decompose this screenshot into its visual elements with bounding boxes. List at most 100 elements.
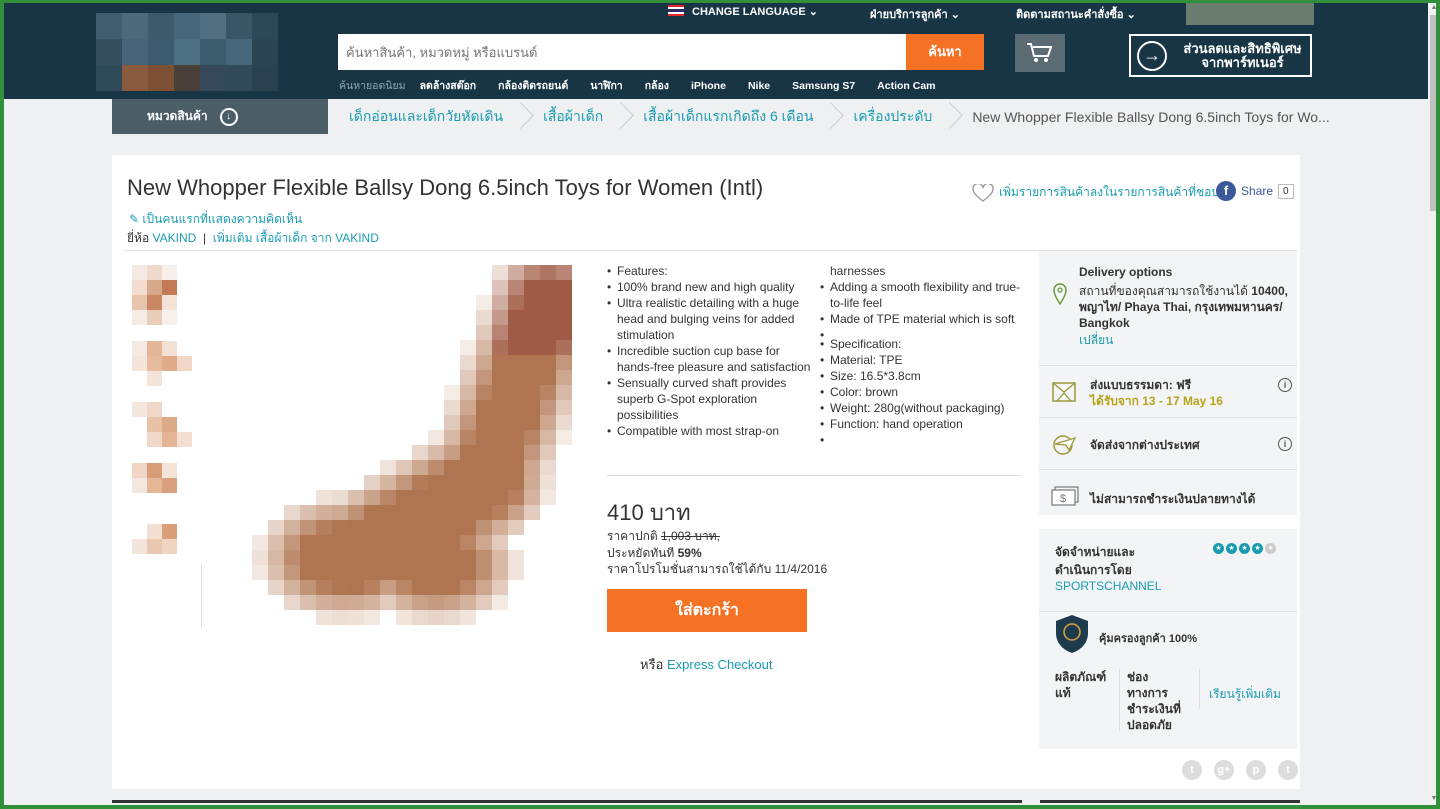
seller-rating: ★ ★ ★ ★ ★ <box>1213 543 1276 554</box>
shield-icon <box>1056 615 1088 653</box>
current-price: 410 บาท <box>607 500 691 525</box>
location-pin-icon <box>1053 283 1067 305</box>
scroll-down-icon[interactable]: ▼ <box>1430 795 1436 805</box>
cod-row: $ ไม่สามารถชำระเงินปลายทางได้ <box>1039 469 1297 515</box>
popular-link[interactable]: Samsung S7 <box>792 80 855 92</box>
product-thumbnail[interactable] <box>132 326 192 386</box>
divider <box>607 475 1021 476</box>
features-column-right: harnesses Adding a smooth flexibility an… <box>820 263 1024 448</box>
popular-searches: ค้นหายอดนิยม ลดล้างสต๊อก กล้องติดรถยนต์ นาฬ… <box>339 80 936 92</box>
delivery-box-icon <box>1052 382 1076 402</box>
twitter-icon[interactable]: t <box>1182 760 1202 780</box>
overseas-shipping-row: จัดส่งจากต่างประเทศ i <box>1039 417 1297 469</box>
info-icon[interactable]: i <box>1278 437 1292 451</box>
categories-menu[interactable]: หมวดสินค้า ↓ <box>112 99 328 134</box>
add-to-cart-button[interactable]: ใส่ตะกร้า <box>607 589 807 632</box>
breadcrumb-separator <box>827 99 839 134</box>
partner-offers-button[interactable]: → ส่วนลดและสิทธิพิเศษ จากพาร์ทเนอร์ <box>1129 34 1312 77</box>
chevron-down-icon: ⌄ <box>1126 9 1136 21</box>
more-from-brand-link[interactable]: เพิ่มเติม เสื้อผ้าเด็ก จาก VAKIND <box>213 231 379 245</box>
divider <box>1040 800 1300 803</box>
scrollbar-thumb[interactable] <box>1430 15 1436 211</box>
scroll-up-icon[interactable]: ▲ <box>1430 4 1436 14</box>
pencil-icon: ✎ <box>129 212 140 226</box>
promo-validity: ราคาโปรโมชั่นสามารถใช้ได้กับ 11/4/2016 <box>607 562 828 576</box>
cash-icon: $ <box>1051 486 1079 506</box>
vertical-scrollbar[interactable]: ▲ ▼ <box>1428 3 1436 805</box>
product-thumbnail[interactable] <box>132 448 192 508</box>
popular-link[interactable]: กล้อง <box>645 80 669 92</box>
product-thumbnail[interactable] <box>132 265 192 325</box>
facebook-share-button[interactable]: f Share 0 <box>1216 181 1294 201</box>
browser-frame: CHANGE LANGUAGE ⌄ ฝ่ายบริการลูกค้า ⌄ ติด… <box>0 0 1440 809</box>
top-right-banner <box>1186 3 1314 25</box>
breadcrumb: เด็กอ่อนและเด็กวัยหัดเดิน เสื้อผ้าเด็ก เ… <box>349 99 1330 134</box>
seller-info: จัดจำหน่ายและดำเนินการโดย SPORTSCHANNEL … <box>1039 529 1297 749</box>
popular-link[interactable]: ลดล้างสต๊อก <box>420 80 477 92</box>
product-thumbnail[interactable] <box>132 509 192 569</box>
social-share: t g+ p t <box>1182 760 1298 780</box>
seller-name-link[interactable]: SPORTSCHANNEL <box>1055 579 1161 593</box>
change-location-link[interactable]: เปลี่ยน <box>1079 331 1113 350</box>
change-language[interactable]: CHANGE LANGUAGE ⌄ <box>668 5 818 18</box>
svg-text:$: $ <box>1060 493 1066 505</box>
breadcrumb-link[interactable]: เครื่องประดับ <box>853 106 932 128</box>
divider <box>201 565 202 627</box>
express-checkout-link[interactable]: Express Checkout <box>667 657 773 672</box>
divider <box>1039 611 1297 612</box>
info-icon[interactable]: i <box>1278 378 1292 392</box>
divider <box>112 800 1022 803</box>
breadcrumb-separator <box>617 99 629 134</box>
site-logo[interactable] <box>96 13 278 93</box>
chevron-down-icon: ⌄ <box>808 6 818 18</box>
search-button[interactable]: ค้นหา <box>906 34 984 70</box>
features-column-left: Features: 100% brand new and high qualit… <box>607 263 817 439</box>
brand-link[interactable]: VAKIND <box>153 231 197 245</box>
popular-link[interactable]: Action Cam <box>877 80 935 92</box>
popular-link[interactable]: กล้องติดรถยนต์ <box>498 80 568 92</box>
star-icon: ★ <box>1226 543 1237 554</box>
delivery-address: สถานที่ของคุณสามารถใช้งานได้ 10400, พญาไ… <box>1079 284 1288 330</box>
divider <box>1119 669 1120 731</box>
breadcrumb-separator <box>517 99 529 134</box>
heart-icon <box>972 183 994 202</box>
search-input[interactable] <box>338 34 906 70</box>
product-card: New Whopper Flexible Ballsy Dong 6.5inch… <box>112 155 1300 789</box>
star-icon: ★ <box>1239 543 1250 554</box>
popular-link[interactable]: นาฬิกา <box>590 80 623 92</box>
brand-line: ยี่ห้อ VAKIND | เพิ่มเติม เสื้อผ้าเด็ก จ… <box>127 231 379 245</box>
chevron-down-icon: ⌄ <box>950 9 960 21</box>
breadcrumb-link[interactable]: เสื้อผ้าเด็ก <box>543 106 603 128</box>
delivery-options: Delivery options สถานที่ของคุณสามารถใช้ง… <box>1039 251 1297 515</box>
tumblr-icon[interactable]: t <box>1278 760 1298 780</box>
product-main-image[interactable] <box>252 265 572 625</box>
pinterest-icon[interactable]: p <box>1246 760 1266 780</box>
express-checkout: หรือ Express Checkout <box>640 657 773 672</box>
star-icon: ★ <box>1252 543 1263 554</box>
thumbnail-list <box>132 265 194 570</box>
thai-flag-icon <box>668 5 684 16</box>
facebook-icon: f <box>1216 181 1236 201</box>
standard-delivery-row: ส่งแบบธรรมดา: ฟรี ได้รับจาก 13 - 17 May … <box>1039 365 1297 417</box>
wishlist-button[interactable]: เพิ่มรายการสินค้าลงในรายการสินค้าที่ชอบ <box>972 183 1219 202</box>
breadcrumb-link[interactable]: เด็กอ่อนและเด็กวัยหัดเดิน <box>349 106 503 128</box>
track-order-menu[interactable]: ติดตามสถานะคำสั่งซื้อ ⌄ <box>1016 5 1136 23</box>
star-icon: ★ <box>1213 543 1224 554</box>
breadcrumb-separator <box>946 99 958 134</box>
page-title: New Whopper Flexible Ballsy Dong 6.5inch… <box>127 175 764 200</box>
google-plus-icon[interactable]: g+ <box>1214 760 1234 780</box>
popular-link[interactable]: iPhone <box>691 80 726 92</box>
arrow-down-icon: ↓ <box>219 107 238 126</box>
site-header: CHANGE LANGUAGE ⌄ ฝ่ายบริการลูกค้า ⌄ ติด… <box>4 3 1428 99</box>
popular-link[interactable]: Nike <box>748 80 770 92</box>
cart-button[interactable] <box>1015 34 1065 72</box>
customer-service-menu[interactable]: ฝ่ายบริการลูกค้า ⌄ <box>870 5 960 23</box>
learn-more-link[interactable]: เรียนรู้เพิ่มเติม <box>1209 685 1281 704</box>
star-icon: ★ <box>1265 543 1276 554</box>
write-review-link[interactable]: ✎ เป็นคนแรกที่แสดงความคิดเห็น <box>129 210 302 229</box>
breadcrumb-current: New Whopper Flexible Ballsy Dong 6.5inch… <box>972 108 1330 125</box>
cart-icon <box>1027 43 1053 62</box>
product-thumbnail[interactable] <box>132 387 192 447</box>
plane-icon <box>1053 435 1077 455</box>
breadcrumb-link[interactable]: เสื้อผ้าเด็กแรกเกิดถึง 6 เดือน <box>643 106 813 128</box>
